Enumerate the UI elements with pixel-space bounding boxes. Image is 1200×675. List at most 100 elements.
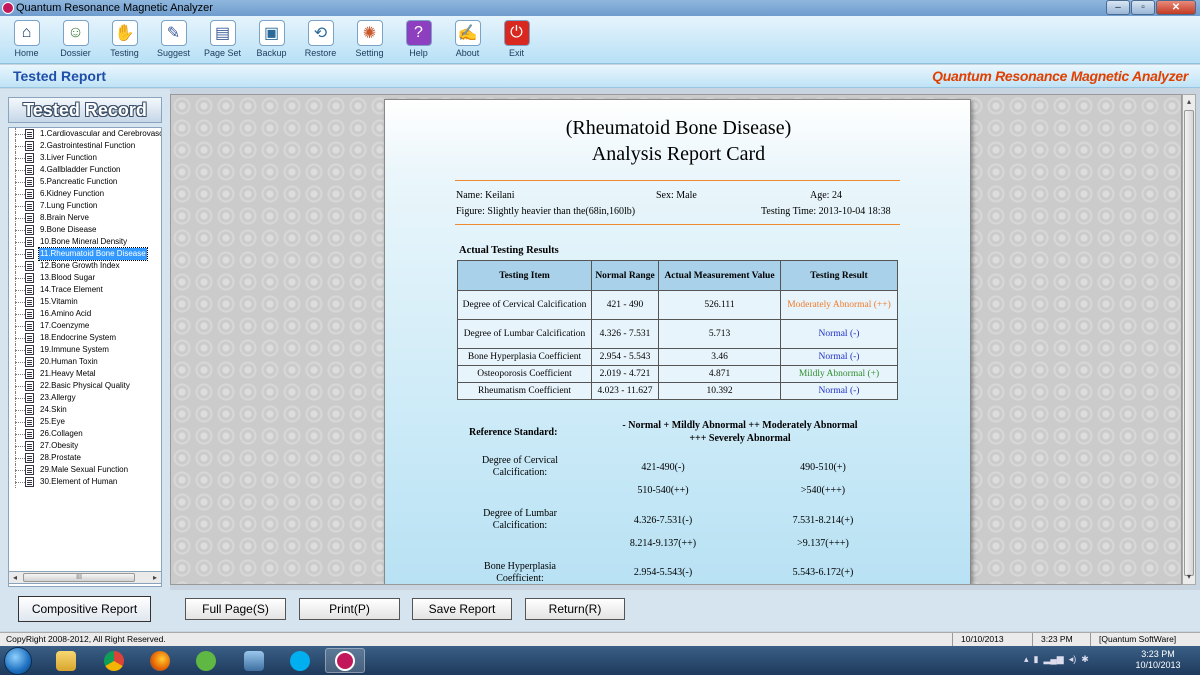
return-button[interactable]: Return(R) bbox=[525, 598, 625, 620]
tree-item[interactable]: 2.Gastrointestinal Function bbox=[9, 140, 161, 152]
toolbar-button-label: Setting bbox=[355, 48, 384, 58]
tree-item[interactable]: 22.Basic Physical Quality bbox=[9, 380, 161, 392]
tray-clock[interactable]: 3:23 PM 10/10/2013 bbox=[1128, 649, 1188, 671]
cell-testing-item: Degree of Lumbar Calcification bbox=[457, 319, 592, 349]
tree-item[interactable]: 16.Amino Acid bbox=[9, 308, 161, 320]
document-icon bbox=[25, 477, 34, 487]
tree-item-label: 5.Pancreatic Function bbox=[40, 177, 118, 186]
toolbar-page-set-button[interactable]: ▤ Page Set bbox=[198, 16, 247, 64]
toolbar-exit-button[interactable]: ⏻ Exit bbox=[492, 16, 541, 64]
scroll-down-icon[interactable]: ▾ bbox=[1183, 570, 1195, 584]
tree-item[interactable]: 26.Collagen bbox=[9, 428, 161, 440]
tree-item[interactable]: 15.Vitamin bbox=[9, 296, 161, 308]
toolbar-backup-button[interactable]: ▣ Backup bbox=[247, 16, 296, 64]
cell-normal-range: 2.954 - 5.543 bbox=[591, 348, 659, 366]
tree-item[interactable]: 13.Blood Sugar bbox=[9, 272, 161, 284]
tree-item[interactable]: 12.Bone Growth Index bbox=[9, 260, 161, 272]
chrome-taskbar-icon[interactable] bbox=[94, 648, 134, 673]
full-page-button[interactable]: Full Page(S) bbox=[185, 598, 286, 620]
table-row: Degree of Cervical Calcification 421 - 49… bbox=[457, 290, 898, 320]
tree-item[interactable]: 4.Gallbladder Function bbox=[9, 164, 161, 176]
tree-item[interactable]: 3.Liver Function bbox=[9, 152, 161, 164]
document-icon bbox=[25, 441, 34, 451]
tree-item[interactable]: 9.Bone Disease bbox=[9, 224, 161, 236]
toolbar-setting-button[interactable]: ✺ Setting bbox=[345, 16, 394, 64]
results-heading: Actual Testing Results bbox=[459, 245, 559, 256]
tree-item[interactable]: 24.Skin bbox=[9, 404, 161, 416]
analyzer-taskbar-icon[interactable] bbox=[325, 648, 365, 673]
save-report-button[interactable]: Save Report bbox=[412, 598, 512, 620]
scroll-left-icon[interactable]: ◂ bbox=[9, 572, 21, 583]
tree-item[interactable]: 5.Pancreatic Function bbox=[9, 176, 161, 188]
scroll-thumb[interactable] bbox=[1184, 110, 1194, 576]
tree-item-label: 3.Liver Function bbox=[40, 153, 97, 162]
tree-item[interactable]: 18.Endocrine System bbox=[9, 332, 161, 344]
explorer-taskbar-icon[interactable] bbox=[46, 648, 86, 673]
scroll-thumb[interactable]: III bbox=[23, 573, 135, 582]
close-button[interactable]: ✕ bbox=[1156, 0, 1196, 15]
scroll-up-icon[interactable]: ▴ bbox=[1183, 95, 1195, 109]
start-button[interactable] bbox=[4, 647, 32, 675]
tree-item[interactable]: 29.Male Sexual Function bbox=[9, 464, 161, 476]
maximize-button[interactable]: ▫ bbox=[1131, 0, 1155, 15]
tree-item[interactable]: 20.Human Toxin bbox=[9, 356, 161, 368]
cell-measurement: 3.46 bbox=[658, 348, 781, 366]
tree-item[interactable]: 28.Prostate bbox=[9, 452, 161, 464]
toolbar-home-button[interactable]: ⌂ Home bbox=[2, 16, 51, 64]
report-vertical-scrollbar[interactable]: ▴ ▾ bbox=[1182, 94, 1196, 585]
tree-item[interactable]: 8.Brain Nerve bbox=[9, 212, 161, 224]
table-row: Degree of Lumbar Calcification 4.326 - 7.… bbox=[457, 319, 898, 349]
scroll-right-icon[interactable]: ▸ bbox=[149, 572, 161, 583]
tree-item[interactable]: 21.Heavy Metal bbox=[9, 368, 161, 380]
toolbar-help-button[interactable]: ? Help bbox=[394, 16, 443, 64]
ref-value: 7.531-8.214(+) bbox=[792, 515, 854, 526]
skype-taskbar-icon[interactable] bbox=[280, 648, 320, 673]
suggest-icon: ✎ bbox=[160, 20, 187, 46]
firefox-taskbar-icon[interactable] bbox=[140, 648, 180, 673]
ref-item-name: Calcification: bbox=[492, 520, 548, 531]
cell-measurement: 4.871 bbox=[658, 365, 781, 383]
tree-item[interactable]: 17.Coenzyme bbox=[9, 320, 161, 332]
reference-legend-line2: +++ Severely Abnormal bbox=[689, 433, 791, 444]
utorrent-taskbar-icon[interactable] bbox=[186, 648, 226, 673]
tree-item[interactable]: 10.Bone Mineral Density bbox=[9, 236, 161, 248]
tree-item[interactable]: 30.Element of Human bbox=[9, 476, 161, 488]
tray-icons[interactable]: ▴ ▮ ▂▄▆ ◂) ✱ bbox=[1024, 654, 1114, 665]
minimize-button[interactable]: – bbox=[1106, 0, 1130, 15]
tree-item[interactable]: 11.Rheumatoid Bone Disease bbox=[9, 247, 161, 261]
monitor-taskbar-icon[interactable] bbox=[234, 648, 274, 673]
tree-item-label: 17.Coenzyme bbox=[40, 321, 90, 330]
tree-item-label: 27.Obesity bbox=[40, 441, 79, 450]
tree-item[interactable]: 27.Obesity bbox=[9, 440, 161, 452]
toolbar-about-button[interactable]: ✍ About bbox=[443, 16, 492, 64]
toolbar-dossier-button[interactable]: ☺ Dossier bbox=[51, 16, 100, 64]
tree-item-label: 25.Eye bbox=[40, 417, 65, 426]
ref-value: 421-490(-) bbox=[641, 462, 685, 473]
ref-item-name: Calcification: bbox=[492, 467, 548, 478]
ref-value: 490-510(+) bbox=[800, 462, 846, 473]
toolbar-testing-button[interactable]: ✋ Testing bbox=[100, 16, 149, 64]
tree-item[interactable]: 23.Allergy bbox=[9, 392, 161, 404]
tree-item-label: 2.Gastrointestinal Function bbox=[40, 141, 136, 150]
tree-item[interactable]: 6.Kidney Function bbox=[9, 188, 161, 200]
tree-item[interactable]: 14.Trace Element bbox=[9, 284, 161, 296]
patient-sex: Sex: Male bbox=[656, 190, 697, 201]
page-title: Tested Report bbox=[13, 68, 107, 84]
help-icon: ? bbox=[405, 20, 432, 46]
tree-item[interactable]: 1.Cardiovascular and Cerebrovasc bbox=[9, 128, 161, 140]
power-icon: ⏻ bbox=[503, 20, 530, 46]
tree-item[interactable]: 7.Lung Function bbox=[9, 200, 161, 212]
testing-time: Testing Time: 2013-10-04 18:38 bbox=[761, 206, 891, 217]
toolbar-suggest-button[interactable]: ✎ Suggest bbox=[149, 16, 198, 64]
tree-item[interactable]: 25.Eye bbox=[9, 416, 161, 428]
main-toolbar: ⌂ Home ☺ Dossier ✋ Testing ✎ Suggest ▤ Page Set ▣ B… bbox=[0, 16, 1200, 64]
results-table: Testing Item Normal Range Actual Measure… bbox=[457, 260, 898, 400]
tree-horizontal-scrollbar[interactable]: ◂ III ▸ bbox=[8, 571, 162, 584]
print-button[interactable]: Print(P) bbox=[299, 598, 400, 620]
compositive-report-button[interactable]: Compositive Report bbox=[18, 596, 151, 622]
toolbar-restore-button[interactable]: ⟲ Restore bbox=[296, 16, 345, 64]
tree-item[interactable]: 19.Immune System bbox=[9, 344, 161, 356]
ref-value: >540(+++) bbox=[800, 485, 846, 496]
status-date: 10/10/2013 bbox=[952, 633, 1004, 646]
toolbar-button-label: Home bbox=[14, 48, 39, 58]
